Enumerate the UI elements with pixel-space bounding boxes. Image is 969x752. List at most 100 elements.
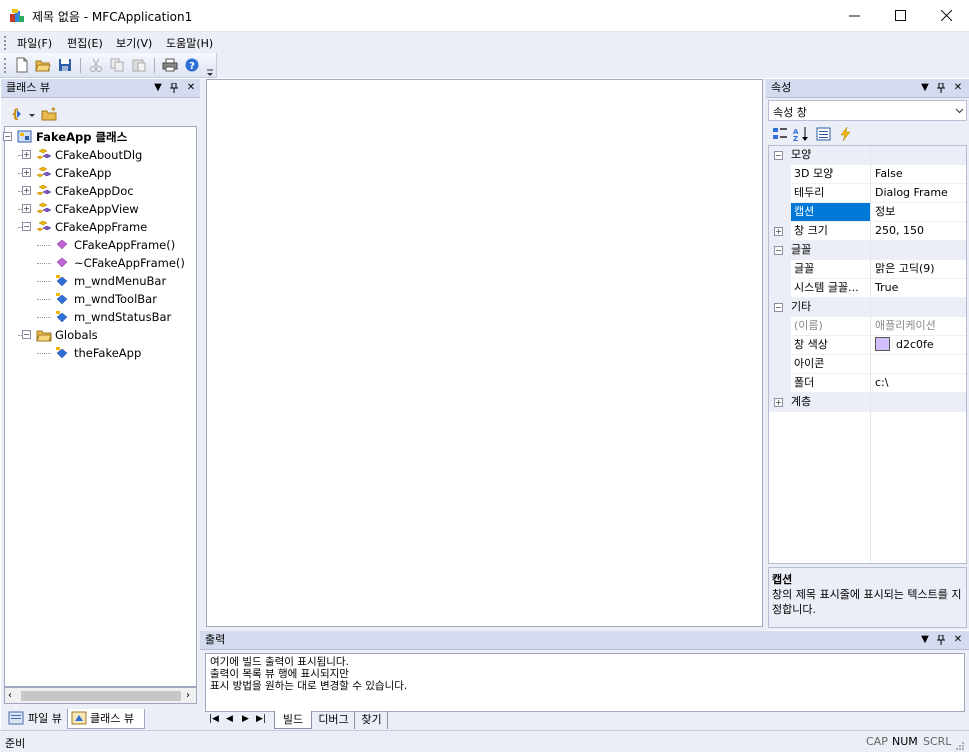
class-tree[interactable]: − FakeApp 클래스 + CFakeAboutDlg + CFakeApp + CFak…: [3, 126, 197, 687]
prev-tab-icon[interactable]: ◀: [226, 714, 233, 724]
menu-grip[interactable]: [4, 36, 7, 50]
tree-item[interactable]: ~CFakeAppFrame(): [5, 254, 195, 272]
menu-file[interactable]: 파일(F): [17, 35, 52, 51]
property-value[interactable]: 맑은 고딕(9): [875, 262, 935, 275]
toolbar-grip[interactable]: [4, 58, 7, 73]
tree-item[interactable]: + CFakeAboutDlg: [5, 146, 195, 164]
property-pages-icon[interactable]: [816, 126, 832, 142]
tree-item[interactable]: − CFakeAppFrame: [5, 218, 195, 236]
close-button[interactable]: [923, 0, 969, 31]
property-value[interactable]: Dialog Frame: [875, 186, 948, 199]
close-icon[interactable]: ✕: [951, 632, 965, 648]
property-row[interactable]: 아이콘: [769, 355, 966, 374]
property-value[interactable]: d2c0fe: [896, 338, 934, 351]
tree-item[interactable]: m_wndStatusBar: [5, 308, 195, 326]
copy-icon[interactable]: [109, 57, 125, 73]
tree-item[interactable]: m_wndToolBar: [5, 290, 195, 308]
properties-object-select[interactable]: 속성 창: [768, 100, 967, 121]
collapse-icon[interactable]: −: [774, 303, 783, 312]
categorized-icon[interactable]: [772, 126, 788, 142]
property-grid[interactable]: − 모양 3D 모양 False 테두리 Dialog Frame 캡션 정보 + 창 크기 250…: [768, 145, 967, 564]
close-icon[interactable]: ✕: [951, 80, 965, 96]
tree-item[interactable]: + CFakeApp: [5, 164, 195, 182]
paste-icon[interactable]: [131, 57, 147, 73]
property-value[interactable]: True: [875, 281, 898, 294]
tab-find[interactable]: 찾기: [356, 711, 388, 729]
minimize-button[interactable]: [831, 0, 877, 31]
property-value[interactable]: 정보: [875, 205, 895, 218]
document-view[interactable]: [206, 79, 763, 627]
open-icon[interactable]: [35, 57, 51, 73]
new-icon[interactable]: [14, 57, 30, 73]
pane-menu-icon[interactable]: ▼: [151, 80, 165, 96]
property-row[interactable]: 폴더 c:\: [769, 374, 966, 393]
help-icon[interactable]: ?: [184, 57, 200, 73]
resize-grip-icon[interactable]: [955, 741, 965, 751]
cut-icon[interactable]: [88, 57, 104, 73]
property-category[interactable]: − 기타: [769, 298, 966, 317]
menu-view[interactable]: 보기(V): [116, 35, 152, 51]
scroll-left-icon[interactable]: ‹: [8, 690, 12, 701]
collapse-icon[interactable]: −: [774, 151, 783, 160]
property-value[interactable]: 250, 150: [875, 224, 924, 237]
menu-edit[interactable]: 편집(E): [67, 35, 103, 51]
tab-build[interactable]: 빌드: [274, 711, 312, 729]
expand-icon[interactable]: +: [22, 150, 31, 159]
next-tab-icon[interactable]: ▶: [242, 714, 249, 724]
scroll-right-icon[interactable]: ›: [186, 690, 190, 701]
save-icon[interactable]: [57, 57, 73, 73]
tab-class-view[interactable]: 클래스 뷰: [67, 709, 145, 729]
pane-menu-icon[interactable]: ▼: [918, 632, 932, 648]
maximize-button[interactable]: [877, 0, 923, 31]
pin-icon[interactable]: [167, 80, 181, 96]
toolbar-overflow-icon[interactable]: [206, 67, 214, 76]
tab-file-view[interactable]: 파일 뷰: [6, 709, 66, 729]
tree-item[interactable]: − Globals: [5, 326, 195, 344]
last-tab-icon[interactable]: ▶|: [256, 714, 266, 724]
property-row[interactable]: 시스템 글꼴... True: [769, 279, 966, 298]
expand-icon[interactable]: +: [22, 204, 31, 213]
property-value[interactable]: False: [875, 167, 903, 180]
tree-item[interactable]: m_wndMenuBar: [5, 272, 195, 290]
new-folder-icon[interactable]: ✦: [41, 105, 57, 122]
collapse-icon[interactable]: −: [774, 246, 783, 255]
pin-icon[interactable]: [934, 80, 948, 96]
expand-icon[interactable]: +: [22, 186, 31, 195]
pin-icon[interactable]: [934, 632, 948, 648]
expand-icon[interactable]: +: [22, 168, 31, 177]
property-category[interactable]: + 계층: [769, 393, 966, 412]
property-row[interactable]: (이름) 애플리케이션: [769, 317, 966, 336]
property-value[interactable]: 애플리케이션: [875, 319, 936, 332]
property-category[interactable]: − 글꼴: [769, 241, 966, 260]
class-view-sort-icon[interactable]: {: [11, 106, 25, 122]
tab-debug[interactable]: 디버그: [313, 711, 355, 729]
tree-item[interactable]: + CFakeAppDoc: [5, 182, 195, 200]
menu-help[interactable]: 도움말(H): [166, 35, 213, 51]
expand-icon[interactable]: +: [774, 227, 783, 236]
tree-item[interactable]: theFakeApp: [5, 344, 195, 362]
collapse-icon[interactable]: −: [22, 222, 31, 231]
property-value[interactable]: c:\: [875, 376, 888, 389]
pane-menu-icon[interactable]: ▼: [918, 80, 932, 96]
events-icon[interactable]: [838, 126, 854, 142]
property-row[interactable]: 글꼴 맑은 고딕(9): [769, 260, 966, 279]
collapse-icon[interactable]: −: [3, 132, 12, 141]
property-row[interactable]: 창 색상 d2c0fe: [769, 336, 966, 355]
first-tab-icon[interactable]: |◀: [209, 714, 219, 724]
sort-alphabetical-icon[interactable]: AZ: [793, 126, 809, 143]
expand-icon[interactable]: +: [774, 398, 783, 407]
collapse-icon[interactable]: −: [22, 330, 31, 339]
property-row[interactable]: 3D 모양 False: [769, 165, 966, 184]
print-icon[interactable]: [162, 57, 178, 73]
close-icon[interactable]: ✕: [184, 80, 198, 96]
dropdown-arrow-icon[interactable]: [28, 110, 36, 118]
property-row[interactable]: + 창 크기 250, 150: [769, 222, 966, 241]
tree-item[interactable]: CFakeAppFrame(): [5, 236, 195, 254]
property-row[interactable]: 캡션 정보: [769, 203, 966, 222]
property-row[interactable]: 테두리 Dialog Frame: [769, 184, 966, 203]
output-text[interactable]: 여기에 빌드 출력이 표시됩니다. 출력이 목록 뷰 행에 표시되지만 표시 방…: [205, 653, 965, 712]
property-category[interactable]: − 모양: [769, 146, 966, 165]
tree-item[interactable]: + CFakeAppView: [5, 200, 195, 218]
color-swatch[interactable]: [875, 337, 890, 351]
scrollbar-thumb[interactable]: [21, 691, 181, 701]
